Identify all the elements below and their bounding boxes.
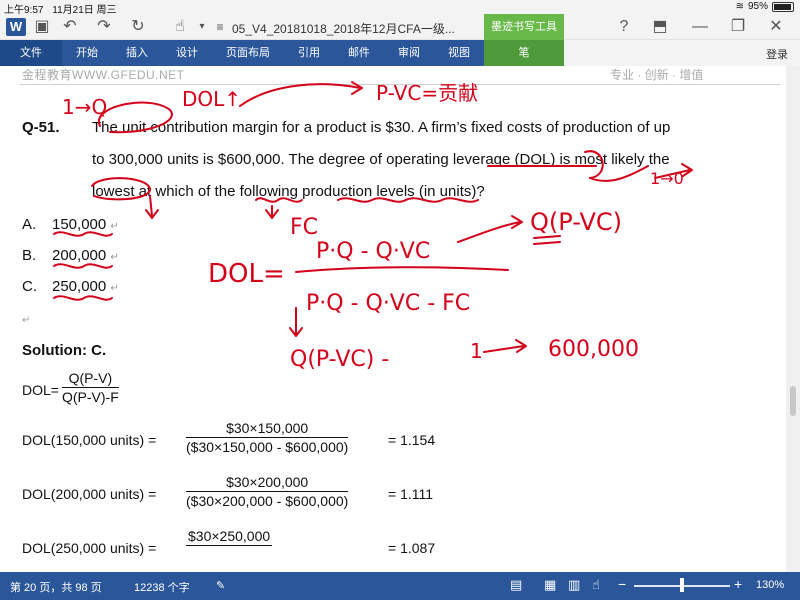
svg-text:1: 1 <box>470 339 483 363</box>
close-icon[interactable]: ✕ <box>766 17 786 37</box>
tab-home[interactable]: 开始 <box>76 40 98 66</box>
document-title: 05_V4_20181018_2018年12月CFA一级... <box>232 22 455 36</box>
ios-status-bar: 上午9:57 11月21日 周三 ≋ 95% <box>0 0 800 16</box>
svg-text:P-VC=贡献: P-VC=贡献 <box>376 81 478 105</box>
title-bar: W ▣ ↶ ↷ ↻ ☝ ▾ ≡ 05_V4_20181018_2018年12月C… <box>0 14 800 40</box>
battery-percent: 95% <box>747 1 768 12</box>
restore-icon[interactable]: ❐ <box>728 17 748 37</box>
ink-circle-unit <box>97 101 173 134</box>
tab-view[interactable]: 视图 <box>448 40 470 66</box>
word-count[interactable]: 12238 个字 <box>134 579 190 595</box>
tab-file[interactable]: 文件 <box>0 40 62 66</box>
minimize-icon[interactable]: — <box>690 17 710 37</box>
svg-text:DOL=: DOL= <box>208 259 285 289</box>
vertical-scrollbar[interactable] <box>786 66 800 572</box>
undo-icon[interactable]: ↶ <box>60 17 80 37</box>
ink-arrow-top <box>239 83 361 107</box>
ribbon-right-area <box>564 40 800 66</box>
chevron-down-icon[interactable]: ▾ <box>192 17 212 37</box>
sign-in-link[interactable]: 登录 <box>766 46 788 62</box>
scrollbar-thumb[interactable] <box>790 386 796 416</box>
redo-icon[interactable]: ↷ <box>94 17 114 37</box>
svg-text:Q(P-VC) -: Q(P-VC) - <box>290 347 389 372</box>
print-layout-icon[interactable]: ▦ <box>544 577 556 593</box>
tab-references[interactable]: 引用 <box>298 40 320 66</box>
save-icon[interactable]: ▣ <box>32 17 52 37</box>
touch-mode-icon[interactable]: ☝ <box>170 17 190 37</box>
read-mode-icon[interactable]: ▤ <box>510 577 522 593</box>
ink-annotations: 1→Q DOL↑ P-VC=贡献 FC DOL= P·Q - Q·VC P·Q … <box>53 81 693 372</box>
ink-tools-contextual-tab: 墨迹书写工具 <box>484 14 564 40</box>
ink-circle-lowest <box>91 177 151 201</box>
ink-fraction-bar <box>295 266 509 273</box>
svg-text:Q(P-VC): Q(P-VC) <box>530 208 622 236</box>
battery-icon <box>772 1 794 12</box>
tab-mailings[interactable]: 邮件 <box>348 40 370 66</box>
svg-text:1→Q: 1→Q <box>62 95 107 119</box>
wifi-icon: ≋ <box>735 1 744 12</box>
svg-text:P·Q - Q·VC: P·Q - Q·VC <box>316 239 430 264</box>
customize-icon[interactable]: ≡ <box>210 17 230 37</box>
zoom-slider-thumb[interactable] <box>680 578 684 592</box>
tab-pen[interactable]: 笔 <box>484 40 564 66</box>
web-layout-icon[interactable]: ▥ <box>568 577 580 593</box>
word-logo-icon: W <box>6 18 26 36</box>
svg-text:FC: FC <box>290 215 318 240</box>
help-icon[interactable]: ? <box>614 17 634 37</box>
ribbon-display-icon[interactable]: ⬒ <box>650 17 670 37</box>
svg-text:P·Q - Q·VC - FC: P·Q - Q·VC - FC <box>306 291 470 316</box>
proofing-icon[interactable]: ✎ <box>216 579 225 592</box>
repeat-icon[interactable]: ↻ <box>128 17 148 37</box>
zoom-in-icon[interactable]: + <box>734 576 742 592</box>
touch-icon[interactable]: ☝ <box>592 577 600 593</box>
tab-design[interactable]: 设计 <box>176 40 198 66</box>
tab-insert[interactable]: 插入 <box>126 40 148 66</box>
svg-text:600,000: 600,000 <box>548 337 639 362</box>
zoom-level[interactable]: 130% <box>756 579 784 591</box>
word-status-bar: 第 20 页，共 98 页 12238 个字 ✎ ▤ ▦ ▥ ☝ − + 130… <box>0 572 800 600</box>
page-count[interactable]: 第 20 页，共 98 页 <box>10 579 102 595</box>
svg-text:DOL↑: DOL↑ <box>182 87 241 111</box>
svg-text:1→0: 1→0 <box>650 169 684 188</box>
tab-layout[interactable]: 页面布局 <box>226 40 270 66</box>
tab-review[interactable]: 审阅 <box>398 40 420 66</box>
document-page[interactable]: 金程教育WWW.GFEDU.NET 专业 · 创新 · 增值 Q-51. The… <box>0 66 800 572</box>
zoom-out-icon[interactable]: − <box>618 576 626 592</box>
